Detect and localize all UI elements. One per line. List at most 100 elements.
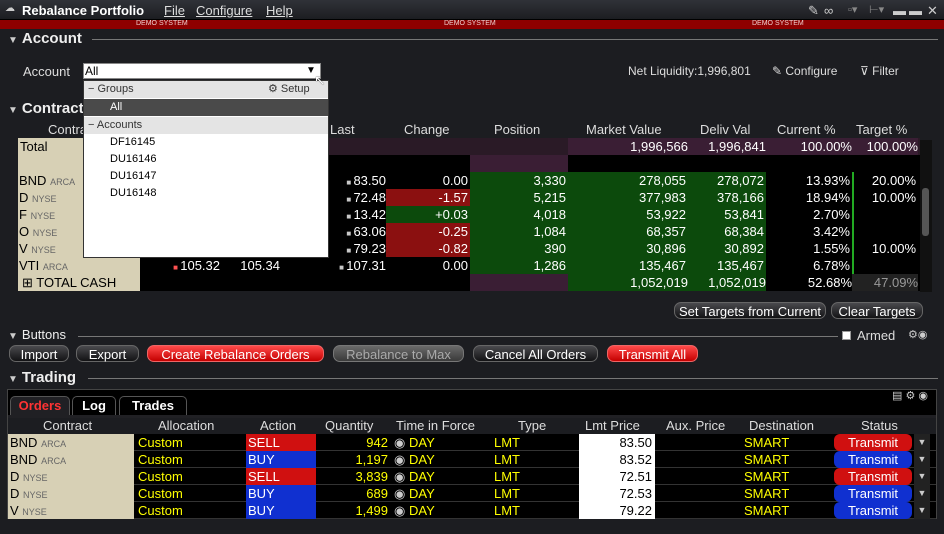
scroll-thumb[interactable] bbox=[922, 188, 929, 236]
contract-row[interactable]: VTI ARCA ■ 105.32 105.34 ■ 107.31 0.00 1,286 1… bbox=[18, 257, 920, 274]
tif-cell[interactable]: ◉ DAY bbox=[394, 502, 484, 519]
settings-icon[interactable]: ⚙◉ bbox=[908, 327, 927, 344]
set-targets-button[interactable]: Set Targets from Current bbox=[674, 302, 826, 319]
target-pct-input[interactable] bbox=[852, 206, 918, 223]
clear-targets-button[interactable]: Clear Targets bbox=[831, 302, 923, 319]
type-cell[interactable]: LMT bbox=[494, 451, 564, 468]
destination-cell[interactable]: SMART bbox=[744, 502, 824, 519]
cash-row[interactable]: ⊞ TOTAL CASH 1,052,019 1,052,019 52.68% … bbox=[18, 274, 920, 291]
accounts-header[interactable]: − Accounts bbox=[84, 117, 328, 134]
create-rebalance-orders-button[interactable]: Create Rebalance Orders bbox=[147, 345, 324, 362]
close-icon[interactable]: ✕ bbox=[927, 3, 938, 19]
transmit-button[interactable]: Transmit bbox=[834, 502, 912, 519]
type-cell[interactable]: LMT bbox=[494, 485, 564, 502]
dropdown-item-all[interactable]: All bbox=[84, 99, 328, 116]
export-button[interactable]: Export bbox=[76, 345, 139, 362]
tif-cell[interactable]: ◉ DAY bbox=[394, 434, 484, 451]
order-row[interactable]: BND ARCA Custom SELL 942 ◉ DAY LMT 83.50 SMART T… bbox=[8, 434, 936, 451]
target-pct-input[interactable] bbox=[852, 257, 918, 274]
collapse-arrow-icon[interactable]: ▼ bbox=[8, 105, 18, 116]
tif-cell[interactable]: ◉ DAY bbox=[394, 468, 484, 485]
dropdown-item-account[interactable]: DU16147 bbox=[84, 168, 328, 185]
cancel-all-orders-button[interactable]: Cancel All Orders bbox=[473, 345, 598, 362]
minimize-icon[interactable]: ▬ bbox=[893, 3, 906, 18]
buttons-section-header[interactable]: ▼ Buttons bbox=[8, 327, 66, 347]
order-row[interactable]: V NYSE Custom BUY 1,499 ◉ DAY LMT 79.22 SMART Tr… bbox=[8, 502, 936, 519]
type-cell[interactable]: LMT bbox=[494, 434, 564, 451]
tab-trades[interactable]: Trades bbox=[119, 396, 187, 415]
chevron-down-icon[interactable]: ▼ bbox=[914, 434, 930, 451]
destination-cell[interactable]: SMART bbox=[744, 434, 824, 451]
target-pct-input[interactable]: 20.00% bbox=[852, 172, 918, 189]
filter-button[interactable]: ⊽ Filter bbox=[860, 63, 899, 80]
tab-orders[interactable]: Orders bbox=[10, 396, 70, 415]
lmt-price-input[interactable]: 72.53 bbox=[579, 485, 655, 502]
chevron-down-icon[interactable]: ▼ bbox=[914, 485, 930, 502]
tif-cell[interactable]: ◉ DAY bbox=[394, 485, 484, 502]
collapse-arrow-icon[interactable]: ▼ bbox=[8, 374, 18, 385]
type-cell[interactable]: LMT bbox=[494, 468, 564, 485]
collapse-arrow-icon[interactable]: ▼ bbox=[8, 331, 18, 342]
lmt-price-input[interactable]: 79.22 bbox=[579, 502, 655, 519]
action-cell[interactable]: SELL bbox=[246, 468, 316, 485]
configure-button[interactable]: ✎ Configure bbox=[772, 63, 837, 80]
tab-log[interactable]: Log bbox=[72, 396, 116, 415]
contracts-section-header[interactable]: ▼ Contracts bbox=[8, 100, 92, 120]
action-cell[interactable]: BUY bbox=[246, 485, 316, 502]
target-pct-input[interactable] bbox=[852, 223, 918, 240]
link-icon[interactable]: ∞ bbox=[824, 3, 833, 18]
chevron-down-icon[interactable]: ▼ bbox=[914, 451, 930, 468]
panel-icons[interactable]: ▤ ⚙ ◉ bbox=[892, 388, 928, 405]
trading-section-header[interactable]: ▼ Trading bbox=[8, 369, 76, 389]
lmt-price-input[interactable]: 72.51 bbox=[579, 468, 655, 485]
dropdown-item-account[interactable]: DU16148 bbox=[84, 185, 328, 202]
destination-cell[interactable]: SMART bbox=[744, 451, 824, 468]
quantity-cell[interactable]: 942 bbox=[318, 434, 388, 451]
menu-configure[interactable]: Configure bbox=[196, 3, 252, 18]
wrench-icon[interactable]: ✎ bbox=[808, 3, 819, 19]
allocation-cell[interactable]: Custom bbox=[136, 502, 244, 519]
destination-cell[interactable]: SMART bbox=[744, 485, 824, 502]
quantity-cell[interactable]: 689 bbox=[318, 485, 388, 502]
pin-icon[interactable]: ⊢▾ bbox=[869, 3, 884, 16]
allocation-cell[interactable]: Custom bbox=[136, 451, 244, 468]
armed-checkbox[interactable] bbox=[842, 331, 851, 340]
account-section-header[interactable]: ▼ Account bbox=[8, 30, 82, 50]
destination-cell[interactable]: SMART bbox=[744, 468, 824, 485]
action-cell[interactable]: BUY bbox=[246, 502, 316, 519]
lmt-price-input[interactable]: 83.52 bbox=[579, 451, 655, 468]
group-icon[interactable]: ▫▾ bbox=[848, 3, 857, 16]
chevron-down-icon[interactable]: ▼ bbox=[914, 468, 930, 485]
quantity-cell[interactable]: 3,839 bbox=[318, 468, 388, 485]
allocation-cell[interactable]: Custom bbox=[136, 485, 244, 502]
setup-button[interactable]: ⚙ Setup bbox=[268, 81, 310, 98]
dropdown-item-account[interactable]: DF16145 bbox=[84, 134, 328, 151]
allocation-cell[interactable]: Custom bbox=[136, 468, 244, 485]
target-pct-input[interactable]: 10.00% bbox=[852, 240, 918, 257]
dropdown-item-account[interactable]: DU16146 bbox=[84, 151, 328, 168]
order-row[interactable]: D NYSE Custom BUY 689 ◉ DAY LMT 72.53 SMART Tran… bbox=[8, 485, 936, 502]
lmt-price-input[interactable]: 83.50 bbox=[579, 434, 655, 451]
import-button[interactable]: Import bbox=[9, 345, 69, 362]
action-cell[interactable]: BUY bbox=[246, 451, 316, 468]
transmit-all-button[interactable]: Transmit All bbox=[607, 345, 698, 362]
chevron-down-icon[interactable]: ▼ bbox=[914, 502, 930, 519]
allocation-cell[interactable]: Custom bbox=[136, 434, 244, 451]
expand-icon[interactable]: ⊞ bbox=[22, 275, 33, 290]
menu-file[interactable]: File bbox=[164, 3, 185, 18]
action-cell[interactable]: SELL bbox=[246, 434, 316, 451]
menu-help[interactable]: Help bbox=[266, 3, 293, 18]
transmit-button[interactable]: Transmit bbox=[834, 468, 912, 485]
type-cell[interactable]: LMT bbox=[494, 502, 564, 519]
tif-cell[interactable]: ◉ DAY bbox=[394, 451, 484, 468]
transmit-button[interactable]: Transmit bbox=[834, 485, 912, 502]
transmit-button[interactable]: Transmit bbox=[834, 434, 912, 451]
groups-header[interactable]: − Groups ⚙ Setup bbox=[84, 81, 328, 98]
quantity-cell[interactable]: 1,197 bbox=[318, 451, 388, 468]
collapse-arrow-icon[interactable]: ▼ bbox=[8, 35, 18, 46]
maximize-icon[interactable]: ▬ bbox=[909, 3, 922, 18]
quantity-cell[interactable]: 1,499 bbox=[318, 502, 388, 519]
rebalance-to-max-button[interactable]: Rebalance to Max bbox=[333, 345, 464, 362]
order-row[interactable]: D NYSE Custom SELL 3,839 ◉ DAY LMT 72.51 SMART T… bbox=[8, 468, 936, 485]
account-select[interactable]: All ▼ bbox=[83, 63, 321, 79]
